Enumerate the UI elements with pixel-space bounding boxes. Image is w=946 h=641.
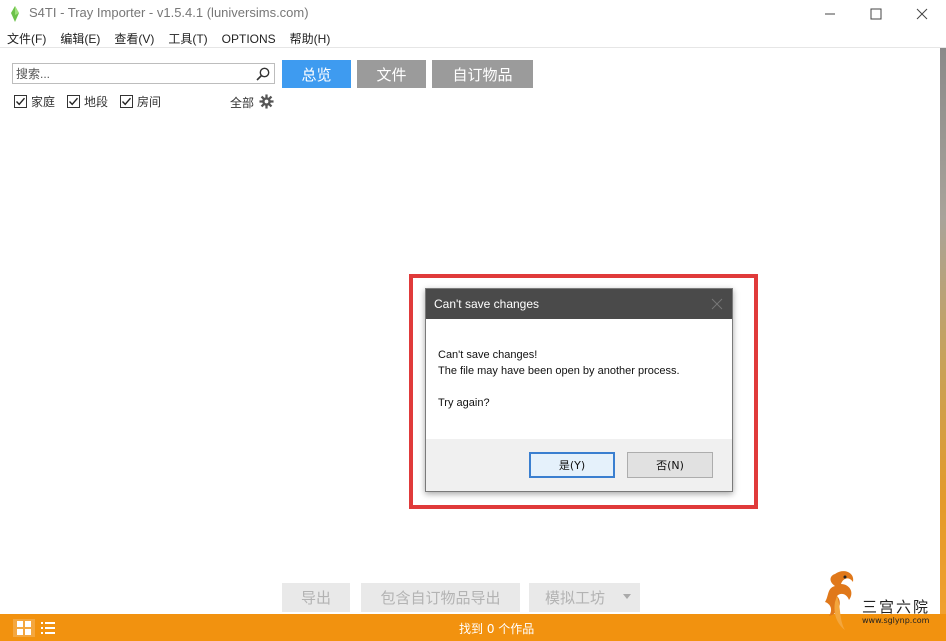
chevron-down-icon[interactable] (623, 594, 631, 599)
menu-view[interactable]: 查看(V) (107, 29, 161, 49)
tab-overview[interactable]: 总览 (282, 60, 351, 88)
export-with-cc-button[interactable]: 包含自订物品导出 (361, 583, 520, 612)
checkbox-label: 地段 (84, 94, 109, 109)
filter-all-label[interactable]: 全部 (230, 94, 254, 111)
workshop-button[interactable]: 模拟工坊 (529, 583, 640, 612)
dialog-message-line: The file may have been open by another p… (438, 365, 680, 377)
filter-household[interactable]: 家庭 (14, 92, 55, 110)
export-button[interactable]: 导出 (282, 583, 350, 612)
menu-bar: 文件(F) 编辑(E) 查看(V) 工具(T) OPTIONS 帮助(H) (0, 29, 337, 49)
window-edge (940, 48, 946, 614)
checkbox-label: 房间 (137, 94, 162, 109)
dialog-body: Can't save changes! The file may have be… (426, 319, 732, 439)
tab-custom-content[interactable]: 自订物品 (432, 60, 533, 88)
search-box (12, 63, 275, 84)
search-icon[interactable] (255, 66, 271, 82)
workshop-label: 模拟工坊 (545, 589, 606, 607)
checkbox[interactable] (14, 94, 27, 108)
minimize-icon (825, 13, 835, 15)
plumbob-icon (7, 6, 23, 22)
list-view-icon[interactable] (40, 619, 56, 637)
no-button[interactable]: 否(N) (627, 452, 713, 478)
close-button[interactable] (899, 0, 945, 28)
dialog-title: Can't save changes (434, 297, 540, 311)
filter-lot[interactable]: 地段 (67, 92, 108, 110)
watermark-url: www.sglynp.com (862, 616, 930, 625)
menu-divider (0, 47, 946, 48)
checkmark-icon (15, 97, 26, 105)
checkbox-label: 家庭 (31, 94, 56, 109)
yes-button[interactable]: 是(Y) (529, 452, 615, 478)
tab-files[interactable]: 文件 (357, 60, 426, 88)
minimize-button[interactable] (807, 0, 853, 28)
filter-room[interactable]: 房间 (120, 92, 161, 110)
maximize-icon (870, 8, 882, 20)
checkmark-icon (69, 97, 79, 105)
maximize-button[interactable] (853, 0, 899, 28)
gear-icon[interactable] (259, 94, 274, 109)
app-window: S4TI - Tray Importer - v1.5.4.1 (luniver… (0, 0, 946, 641)
menu-edit[interactable]: 编辑(E) (53, 29, 107, 49)
checkbox[interactable] (67, 94, 81, 108)
dialog-message-line: Try again? (438, 397, 490, 409)
filter-checkboxes: 家庭 地段 房间 (14, 92, 173, 110)
menu-help[interactable]: 帮助(H) (283, 29, 338, 49)
grid-view-icon[interactable] (13, 619, 35, 637)
search-input[interactable] (16, 65, 246, 82)
watermark-text: 三宫六院 (862, 598, 931, 616)
dialog-close-icon[interactable] (710, 297, 724, 311)
close-icon (916, 8, 928, 20)
menu-file[interactable]: 文件(F) (0, 29, 53, 49)
menu-options[interactable]: OPTIONS (215, 29, 283, 49)
phoenix-logo-icon (825, 571, 854, 630)
status-text: 找到 0 个作品 (459, 622, 535, 636)
title-bar: S4TI - Tray Importer - v1.5.4.1 (luniver… (0, 0, 946, 28)
dialog-title-bar: Can't save changes (426, 289, 732, 319)
checkbox[interactable] (120, 94, 134, 108)
dialog-message-line: Can't save changes! (438, 349, 538, 361)
watermark: 三宫六院 www.sglynp.com (815, 566, 946, 636)
window-title: S4TI - Tray Importer - v1.5.4.1 (luniver… (29, 5, 309, 20)
error-dialog: Can't save changes Can't save changes! T… (425, 288, 733, 492)
checkmark-icon (122, 97, 132, 105)
menu-tools[interactable]: 工具(T) (161, 29, 214, 49)
status-bar: 找到 0 个作品 (0, 614, 946, 641)
